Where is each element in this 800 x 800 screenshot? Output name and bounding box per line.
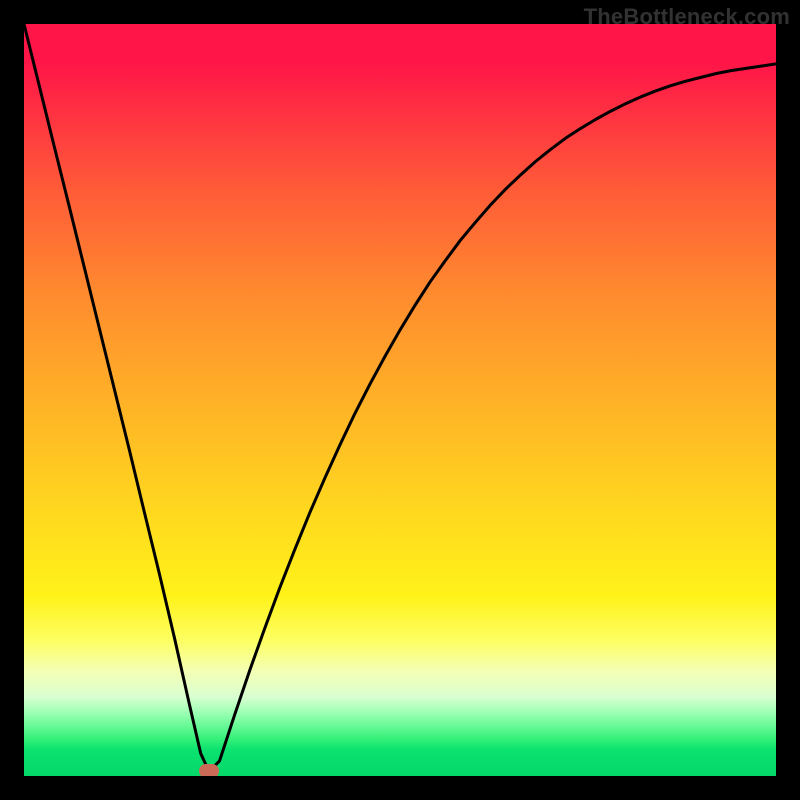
watermark-text: TheBottleneck.com bbox=[584, 4, 790, 30]
chart-frame: TheBottleneck.com bbox=[0, 0, 800, 800]
curve-layer bbox=[24, 24, 776, 776]
optimum-marker bbox=[199, 764, 219, 776]
plot-area bbox=[24, 24, 776, 776]
bottleneck-curve bbox=[24, 24, 776, 771]
